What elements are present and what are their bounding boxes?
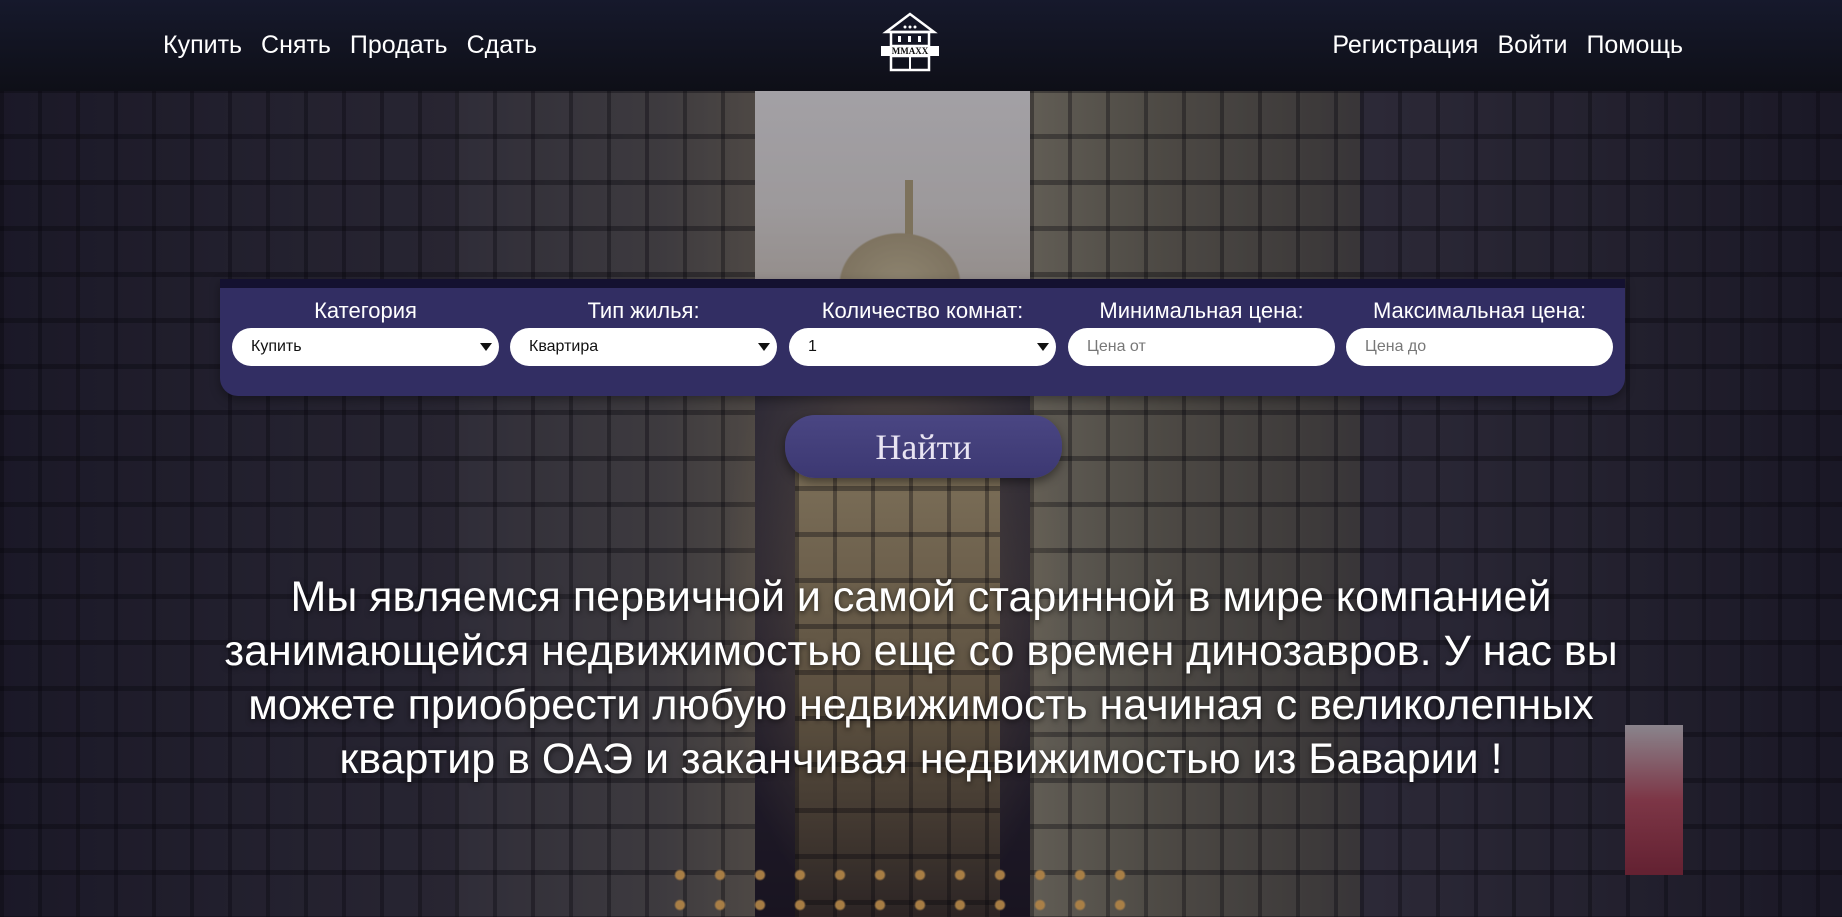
nav-buy[interactable]: Купить [163, 30, 242, 60]
nav-login[interactable]: Войти [1497, 30, 1567, 60]
nav-rent[interactable]: Снять [261, 30, 331, 60]
dropdown-arrow-icon [758, 343, 770, 351]
dropdown-arrow-icon [480, 343, 492, 351]
nav-lease[interactable]: Сдать [467, 30, 537, 60]
find-button[interactable]: Найти [785, 415, 1062, 478]
min-price-input[interactable]: Цена от [1068, 328, 1335, 366]
max-price-label: Максимальная цена: [1372, 298, 1587, 323]
rooms-select[interactable]: 1 [789, 328, 1056, 366]
house-logo-icon[interactable]: ММАХХ [878, 12, 942, 72]
nav-register[interactable]: Регистрация [1332, 30, 1478, 60]
min-price-label: Минимальная цена: [1099, 298, 1304, 323]
search-panel: Категория Купить Тип жилья: Квартира Кол… [220, 279, 1625, 396]
category-label: Категория [314, 298, 417, 323]
category-value: Купить [251, 338, 302, 355]
rooms-field: Количество комнат: 1 [789, 298, 1056, 366]
nav-sell[interactable]: Продать [350, 30, 448, 60]
dropdown-arrow-icon [1037, 343, 1049, 351]
housing-type-label: Тип жилья: [587, 298, 700, 323]
site-header: Купить Снять Продать Сдать ММАХХ Регистр… [0, 0, 1842, 91]
account-nav: Регистрация Войти Помощь [1332, 30, 1683, 60]
logo-text: ММАХХ [892, 46, 929, 56]
housing-type-select[interactable]: Квартира [510, 328, 777, 366]
category-field: Категория Купить [232, 298, 499, 366]
housing-type-field: Тип жилья: Квартира [510, 298, 777, 366]
company-tagline: Мы являемся первичной и самой старинной … [224, 573, 1618, 783]
rooms-label: Количество комнат: [821, 298, 1024, 323]
max-price-field: Максимальная цена: Цена до [1346, 298, 1613, 366]
max-price-input[interactable]: Цена до [1346, 328, 1613, 366]
min-price-field: Минимальная цена: Цена от [1068, 298, 1335, 366]
rooms-value: 1 [808, 338, 817, 355]
housing-type-value: Квартира [529, 338, 599, 355]
category-select[interactable]: Купить [232, 328, 499, 366]
nav-help[interactable]: Помощь [1586, 30, 1683, 60]
main-nav: Купить Снять Продать Сдать [163, 30, 537, 60]
